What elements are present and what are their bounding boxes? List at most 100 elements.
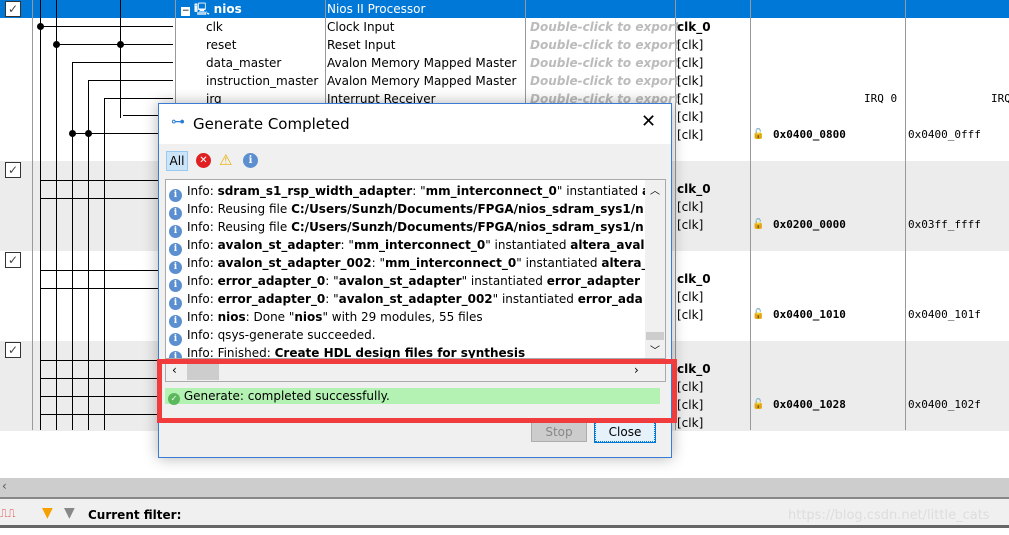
close-icon[interactable]: ✕ xyxy=(641,111,656,132)
log-line[interactable]: i Info: avalon_st_adapter_002: "mm_interc… xyxy=(166,254,646,274)
message-log[interactable]: i Info: sdram_s1_rsp_width_adapter: "mm_i… xyxy=(165,179,666,359)
clock-cell[interactable]: [clk] xyxy=(677,126,703,144)
port-description: Avalon Memory Mapped Master xyxy=(327,56,517,70)
clear-filter-icon[interactable]: ▼ xyxy=(64,505,75,521)
connection-dot[interactable] xyxy=(117,41,124,48)
dialog-title: Generate Completed xyxy=(193,115,350,133)
base-address[interactable]: 0x0400_1010 xyxy=(773,306,846,324)
lock-icon[interactable]: 🔓 xyxy=(752,396,764,414)
base-address[interactable]: 0x0400_0800 xyxy=(773,126,846,144)
use-checkbox-nios[interactable]: ✓ xyxy=(5,1,21,17)
scroll-left-icon[interactable]: ‹ xyxy=(2,479,7,493)
log-text: : " xyxy=(340,238,354,252)
clock-cell[interactable]: [clk] xyxy=(677,378,703,396)
irq-label: IRQ xyxy=(991,92,1009,105)
log-line[interactable]: i Info: sdram_s1_rsp_width_adapter: "mm_i… xyxy=(166,182,646,202)
filter-bar: ⎍⎍ ▼ ▼ Current filter: https://blog.csdn… xyxy=(0,497,1009,528)
clock-cell[interactable]: [clk] xyxy=(677,288,703,306)
log-text: Info: xyxy=(187,256,218,270)
connection-dot[interactable] xyxy=(85,130,92,137)
wire xyxy=(40,414,158,415)
log-line[interactable]: i Info: Finished: Create HDL design files… xyxy=(166,344,646,358)
log-line[interactable]: i Info: error_adapter_0: "avalon_st_adapt… xyxy=(166,272,646,292)
signal-waveform-icon[interactable]: ⎍⎍ xyxy=(0,507,15,521)
use-checkbox-3[interactable]: ✓ xyxy=(5,252,21,268)
log-text: sdram_s1_rsp_width_adapter xyxy=(217,184,413,198)
clock-cell[interactable]: [clk] xyxy=(677,90,703,108)
clock-cell[interactable]: [clk] xyxy=(677,414,703,432)
clock-cell[interactable]: [clk] xyxy=(677,306,703,324)
port-name[interactable]: reset xyxy=(206,36,236,54)
export-cell[interactable]: Double-click to export xyxy=(530,18,680,36)
base-address[interactable]: 0x0200_0000 xyxy=(773,216,846,234)
nios-row[interactable]: − 🖳 nios xyxy=(181,0,242,18)
export-cell[interactable]: Double-click to export xyxy=(530,54,680,72)
horizontal-scrollbar[interactable]: ‹ xyxy=(0,478,1009,497)
log-text: Info: Reusing file xyxy=(187,202,292,216)
clock-cell[interactable]: [clk] xyxy=(677,54,703,72)
log-line[interactable]: i Info: qsys-generate succeeded. xyxy=(166,326,646,346)
lock-icon[interactable]: 🔓 xyxy=(752,126,764,144)
stop-button[interactable]: Stop xyxy=(531,422,587,442)
clock-cell[interactable]: clk_0 xyxy=(677,180,711,198)
scroll-thumb[interactable] xyxy=(646,332,664,340)
log-text: avalon_st_adapter xyxy=(338,274,462,288)
port-name[interactable]: instruction_master xyxy=(206,72,318,90)
log-text: nios xyxy=(217,310,246,324)
clock-cell[interactable]: [clk] xyxy=(677,198,703,216)
clock-cell[interactable]: [clk] xyxy=(677,396,703,414)
connection-dot[interactable] xyxy=(53,41,60,48)
wire xyxy=(104,98,105,430)
collapse-icon[interactable]: − xyxy=(181,7,190,16)
clock-cell[interactable]: clk_0 xyxy=(677,18,711,36)
warning-filter-icon[interactable]: ⚠ xyxy=(219,151,232,169)
irq-label: IRQ 0 xyxy=(864,92,898,105)
wire xyxy=(40,396,158,397)
export-cell[interactable]: Double-click to export xyxy=(530,72,680,90)
use-checkbox-4[interactable]: ✓ xyxy=(5,342,21,358)
port-name[interactable]: data_master xyxy=(206,54,281,72)
log-text: " instantiated xyxy=(492,292,578,306)
wire xyxy=(40,0,41,430)
clock-cell[interactable]: [clk] xyxy=(677,108,703,126)
log-text: error_adapter xyxy=(546,274,641,288)
end-address: 0x0400_101f xyxy=(908,308,981,321)
connection-dot[interactable] xyxy=(69,130,76,137)
use-checkbox-2[interactable]: ✓ xyxy=(5,162,21,178)
log-line[interactable]: i Info: avalon_st_adapter: "mm_interconne… xyxy=(166,236,646,256)
clock-cell[interactable]: [clk] xyxy=(677,216,703,234)
log-text: nios xyxy=(294,310,323,324)
log-line[interactable]: i Info: Reusing file C:/Users/Sunzh/Docum… xyxy=(166,200,646,220)
clock-cell[interactable]: clk_0 xyxy=(677,360,711,378)
port-description: Avalon Memory Mapped Master xyxy=(327,74,517,88)
connection-dot[interactable] xyxy=(37,23,44,30)
end-address: 0x0400_102f xyxy=(908,398,981,411)
clock-cell[interactable]: [clk] xyxy=(677,72,703,90)
filter-all-button[interactable]: All xyxy=(166,151,188,171)
log-text: : Done " xyxy=(245,310,295,324)
wire xyxy=(104,98,173,99)
log-line[interactable]: i Info: nios: Done "nios" with 29 modules… xyxy=(166,308,646,328)
log-line[interactable]: i Info: Reusing file C:/Users/Sunzh/Docum… xyxy=(166,218,646,238)
filter-icon[interactable]: ▼ xyxy=(42,505,53,521)
row-nios-selected[interactable] xyxy=(0,0,1009,18)
port-name[interactable]: clk xyxy=(206,18,223,36)
scroll-down-icon[interactable]: ﹀ xyxy=(650,342,660,357)
log-vertical-scrollbar[interactable]: ︿ ﹀ xyxy=(645,180,665,358)
error-filter-icon[interactable]: ✕ xyxy=(196,153,211,168)
info-filter-icon[interactable]: i xyxy=(243,153,258,168)
base-address[interactable]: 0x0400_1028 xyxy=(773,396,846,414)
log-line[interactable]: i Info: error_adapter_0: "avalon_st_adapt… xyxy=(166,290,646,310)
log-text: " instantiated xyxy=(516,256,602,270)
scroll-up-icon[interactable]: ︿ xyxy=(650,182,660,197)
log-text: Info: xyxy=(187,238,218,252)
clock-cell[interactable]: clk_0 xyxy=(677,270,711,288)
clock-cell[interactable]: [clk] xyxy=(677,36,703,54)
close-button[interactable]: Close xyxy=(594,421,656,443)
hierarchy-icon: ⊶ xyxy=(171,114,185,130)
wire xyxy=(40,288,158,289)
export-cell[interactable]: Double-click to export xyxy=(530,36,680,54)
wire xyxy=(40,378,158,379)
lock-icon[interactable]: 🔓 xyxy=(752,306,764,324)
lock-icon[interactable]: 🔓 xyxy=(752,216,764,234)
